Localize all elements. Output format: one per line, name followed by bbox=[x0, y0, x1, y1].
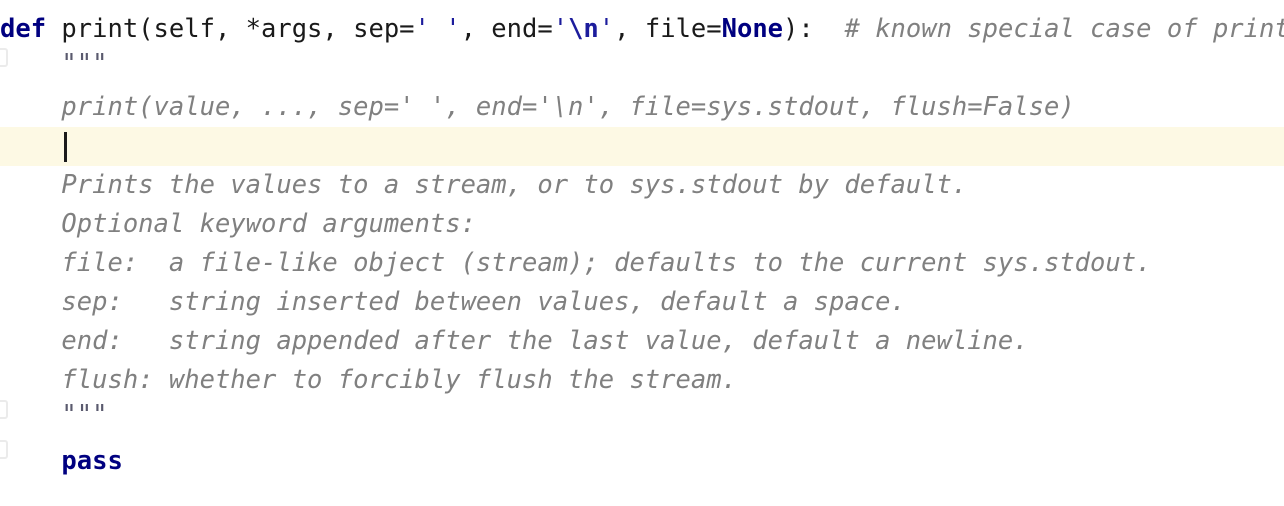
docstring-open-quote: """ bbox=[61, 49, 108, 79]
string-sep-default: ' ' bbox=[414, 14, 461, 44]
docstring-close-quote: """ bbox=[61, 400, 108, 430]
signature-part-c: , file= bbox=[614, 14, 722, 44]
code-line-1[interactable]: def print(self, *args, sep=' ', end='\n'… bbox=[0, 10, 1284, 49]
string-escape-newline: \n bbox=[568, 14, 599, 44]
code-line-2[interactable]: """ bbox=[0, 45, 1284, 84]
keyword-def: def bbox=[0, 14, 47, 44]
code-line-3[interactable]: print(value, ..., sep=' ', end='\n', fil… bbox=[0, 88, 1284, 127]
inline-comment: # known special case of print bbox=[844, 14, 1284, 44]
code-line-10[interactable]: flush: whether to forcibly flush the str… bbox=[0, 361, 1284, 400]
docstring-text: sep: string inserted between values, def… bbox=[61, 287, 906, 317]
code-line-7[interactable]: file: a file-like object (stream); defau… bbox=[0, 244, 1284, 283]
code-line-12[interactable]: pass bbox=[0, 442, 1284, 481]
code-line-4[interactable] bbox=[0, 127, 1284, 166]
string-quote-close: ' bbox=[598, 14, 615, 44]
docstring-text: Optional keyword arguments: bbox=[61, 209, 476, 239]
docstring-text: print(value, ..., sep=' ', end='\n', fil… bbox=[61, 92, 1075, 122]
keyword-pass: pass bbox=[61, 446, 123, 476]
docstring-text: file: a file-like object (stream); defau… bbox=[61, 248, 1152, 278]
docstring-text: Prints the values to a stream, or to sys… bbox=[61, 170, 968, 200]
code-line-5[interactable]: Prints the values to a stream, or to sys… bbox=[0, 166, 1284, 205]
code-line-11[interactable]: """ bbox=[0, 396, 1284, 435]
code-line-6[interactable]: Optional keyword arguments: bbox=[0, 205, 1284, 244]
docstring-text: end: string appended after the last valu… bbox=[61, 326, 1029, 356]
signature-part-b: , end= bbox=[460, 14, 553, 44]
keyword-none: None bbox=[721, 14, 784, 44]
docstring-text: flush: whether to forcibly flush the str… bbox=[61, 365, 737, 395]
signature-part-d: ): bbox=[783, 14, 814, 44]
function-signature: print(self, *args, sep= bbox=[46, 14, 415, 44]
code-line-9[interactable]: end: string appended after the last valu… bbox=[0, 322, 1284, 361]
code-editor[interactable]: def print(self, *args, sep=' ', end='\n'… bbox=[0, 0, 1284, 506]
string-quote-open: ' bbox=[552, 14, 569, 44]
code-line-8[interactable]: sep: string inserted between values, def… bbox=[0, 283, 1284, 322]
